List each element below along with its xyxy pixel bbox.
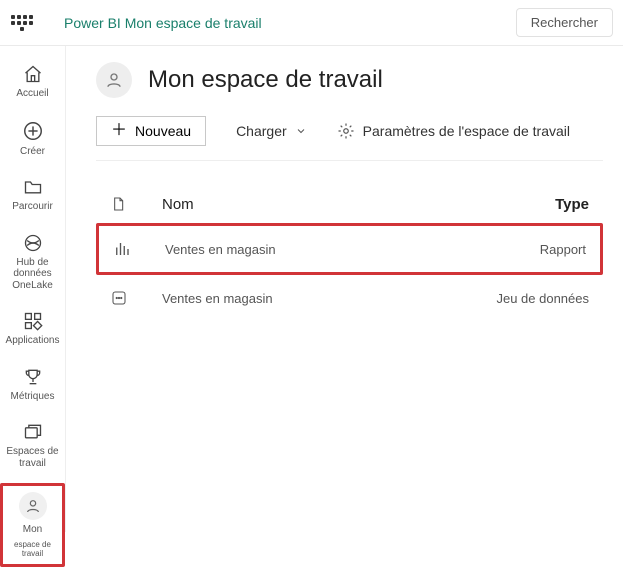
home-icon [23, 64, 43, 84]
search-button[interactable]: Rechercher [516, 8, 613, 37]
page-title: Mon espace de travail [148, 66, 383, 94]
workspace-settings-button[interactable]: Paramètres de l'espace de travail [337, 122, 570, 140]
left-nav: Accueil Créer Parcourir Hub de données O… [0, 46, 66, 532]
nav-home-label: Accueil [16, 88, 48, 100]
item-name: Ventes en magasin [161, 242, 486, 257]
nav-browse[interactable]: Parcourir [0, 177, 65, 213]
folder-icon [23, 177, 43, 197]
upload-button-label: Charger [236, 123, 287, 139]
onelake-icon [23, 233, 43, 253]
nav-workspaces[interactable]: Espaces de travail [0, 422, 65, 469]
workspace-settings-label: Paramètres de l'espace de travail [363, 123, 570, 139]
apps-icon [23, 311, 43, 331]
new-button[interactable]: ＋ Nouveau [96, 116, 206, 146]
item-name: Ventes en magasin [158, 291, 489, 306]
nav-create-label: Créer [20, 146, 45, 158]
nav-my-workspace-label2: espace de travail [5, 540, 60, 558]
item-type: Jeu de données [489, 291, 589, 306]
nav-metrics[interactable]: Métriques [0, 367, 65, 403]
nav-home[interactable]: Accueil [0, 64, 65, 100]
new-button-label: Nouveau [135, 123, 191, 139]
nav-apps-label: Applications [6, 335, 60, 347]
upload-button[interactable]: Charger [236, 123, 307, 139]
type-icon-header [110, 195, 158, 213]
nav-create[interactable]: Créer [0, 120, 65, 158]
gear-icon [337, 122, 355, 140]
nav-metrics-label: Métriques [11, 391, 55, 403]
nav-apps[interactable]: Applications [0, 311, 65, 347]
report-icon [113, 240, 161, 258]
workspaces-icon [23, 422, 43, 442]
item-type: Rapport [486, 242, 586, 257]
column-header-name[interactable]: Nom [158, 196, 489, 213]
workspace-avatar-icon [96, 62, 132, 98]
trophy-icon [23, 367, 43, 387]
chevron-down-icon [295, 125, 307, 137]
nav-datahub-label: Hub de données OneLake [0, 257, 65, 292]
dataset-icon [110, 289, 158, 307]
plus-icon: ＋ [111, 123, 127, 139]
nav-my-workspace-label1: Mon [23, 524, 42, 536]
content-table: Nom Type Ventes en magasinRapportVentes … [96, 185, 603, 321]
app-launcher-icon[interactable] [10, 11, 34, 35]
column-header-type[interactable]: Type [489, 196, 589, 213]
person-icon [19, 492, 47, 520]
table-row[interactable]: Ventes en magasinJeu de données [96, 275, 603, 321]
nav-datahub[interactable]: Hub de données OneLake [0, 233, 65, 292]
nav-workspaces-label: Espaces de travail [0, 446, 65, 469]
table-row[interactable]: Ventes en magasinRapport [96, 223, 603, 275]
nav-browse-label: Parcourir [12, 201, 53, 213]
nav-my-workspace[interactable]: Mon espace de travail [0, 483, 65, 567]
breadcrumb[interactable]: Power BI Mon espace de travail [64, 15, 516, 31]
plus-circle-icon [22, 120, 44, 142]
